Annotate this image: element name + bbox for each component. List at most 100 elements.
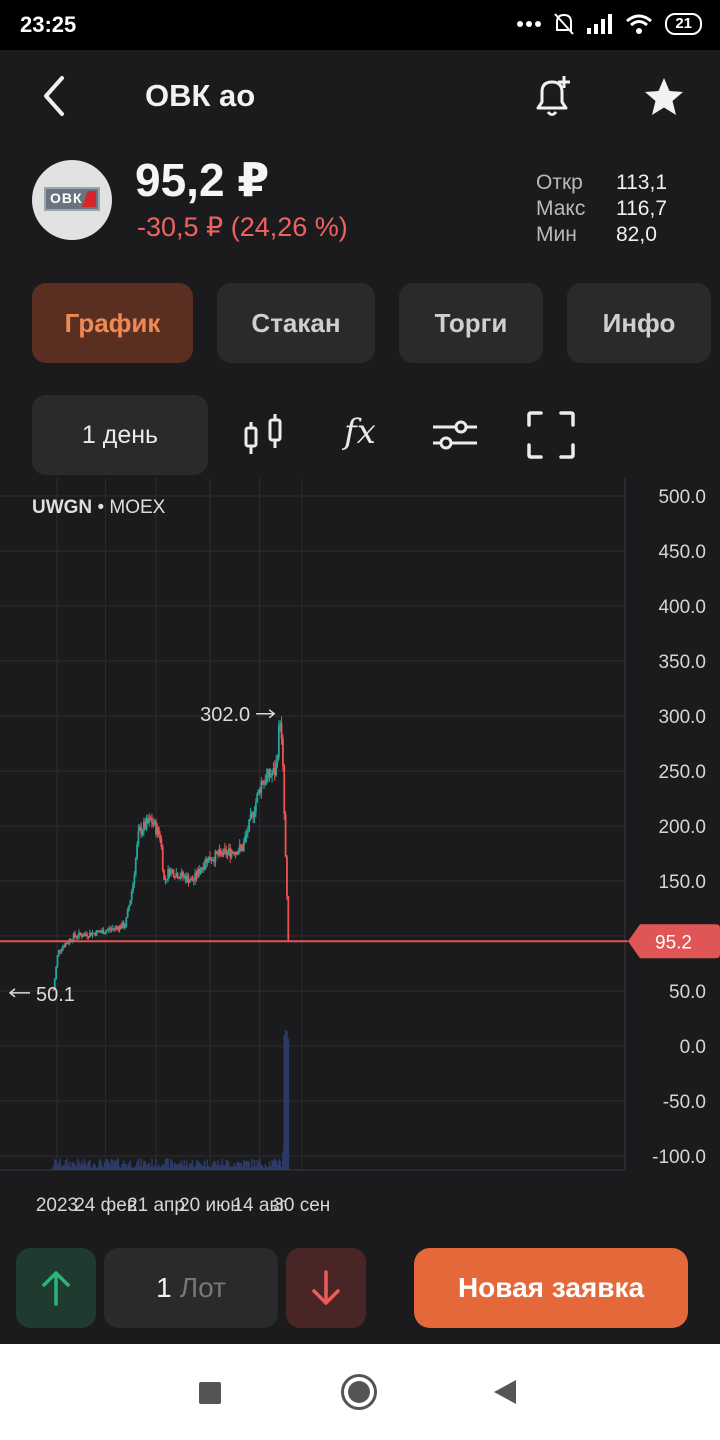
status-icons: 21 [517,12,702,36]
candle-body [271,773,273,776]
y-tick-label: 200.0 [658,817,706,838]
home-icon[interactable] [341,1374,377,1410]
function-icon: fx [344,412,376,452]
increase-lot-button[interactable] [16,1248,96,1328]
min-arrow-icon [8,988,30,998]
candle-body [209,856,211,861]
y-tick-label: 450.0 [658,542,706,563]
chart-ticker-label: UWGN • MOEX [32,497,165,519]
candle-body [76,936,79,938]
tab-trades[interactable]: Торги [399,283,543,363]
candle-body [60,949,63,952]
candle-body [74,933,76,937]
chart-settings-button[interactable] [430,410,480,460]
indicators-button[interactable]: fx [344,412,394,462]
candle-body [219,849,222,853]
candle-body [276,757,279,763]
candle-body [192,880,195,882]
y-tick-label: -50.0 [663,1092,706,1113]
candle-body [161,846,164,870]
candle-body [199,870,202,875]
candle-body [253,812,256,818]
y-tick-label: 50.0 [669,982,706,1003]
candles [52,716,290,991]
candle-body [255,802,257,813]
stat-high: Макс 116,7 [536,197,667,220]
back-triangle-icon[interactable] [494,1380,516,1404]
back-button[interactable] [36,74,76,118]
x-tick-label: 21 апр [127,1195,185,1216]
candle-body [232,851,234,853]
stat-low: Мин 82,0 [536,223,657,246]
ticker-exchange: MOEX [109,497,166,518]
candle-body [282,738,284,766]
candle-body [245,833,248,837]
more-dots-icon [517,21,542,27]
candle-body [287,896,290,941]
x-tick-label: 30 сен [273,1195,330,1216]
candle-body [141,831,144,835]
candle-body [79,932,82,935]
app-header: ОВК ао [0,50,720,142]
candle-body [86,934,89,937]
decrease-lot-button[interactable] [286,1248,366,1328]
candle-body [203,864,206,870]
company-logo: ОВК [32,160,112,240]
system-navigation-bar [0,1344,720,1440]
candle-body [159,834,161,840]
chevron-left-icon [44,76,64,116]
y-tick-label: -100.0 [652,1147,706,1168]
tab-info[interactable]: Инфо [567,283,711,363]
wifi-icon [626,14,653,34]
candle-body [157,827,160,835]
current-price-label: 95.2 [655,932,692,953]
period-selector[interactable]: 1 день [32,395,208,475]
star-icon [645,78,683,115]
y-tick-label: 150.0 [658,872,706,893]
y-tick-label: 350.0 [658,652,706,673]
lot-quantity-field[interactable]: 1 Лот [104,1248,278,1328]
fullscreen-button[interactable] [526,410,576,460]
candle-body [172,870,175,877]
signal-icon [587,14,613,34]
max-price-label: 302.0 [200,704,250,726]
new-order-button[interactable]: Новая заявка [414,1248,688,1328]
y-tick-label: 500.0 [658,487,706,508]
tab-order-book[interactable]: Стакан [217,283,375,363]
candle-body [125,917,128,927]
candle-body [136,844,138,859]
add-alert-button[interactable] [528,72,576,120]
candle-body [124,926,126,928]
candle-body [134,858,137,875]
candle-body [99,932,102,934]
candle-body [284,814,287,857]
candle-body [188,880,191,883]
candle-body [286,856,288,897]
last-price: 95,2 ₽ [135,154,270,206]
recent-apps-icon[interactable] [199,1382,221,1404]
arrow-up-icon [42,1271,70,1306]
chart-type-button[interactable] [240,410,290,460]
candle-body [265,775,268,784]
battery-indicator: 21 [665,13,702,35]
price-chart[interactable]: 95.2 500.0 450.0 400.0 350.0 300.0 250.0 200.0… [0,478,720,1220]
candle-body [103,933,106,935]
candle-body [133,874,136,884]
y-tick-label: 400.0 [658,597,706,618]
favorite-button[interactable] [640,74,688,122]
volume-bars [52,1030,290,1170]
tab-chart[interactable]: График [32,283,193,363]
lot-count: 1 [156,1272,172,1303]
y-tick-label: 300.0 [658,707,706,728]
candle-body [126,909,129,918]
logo-text: ОВК [50,190,83,206]
lot-unit: Лот [179,1272,226,1303]
candle-body [163,869,165,880]
candle-body [280,723,283,739]
candle-body [249,814,252,820]
candle-body [160,839,163,847]
candle-body [179,877,182,879]
candle-body [269,775,272,778]
candle-body [106,929,109,931]
candle-body [275,762,278,776]
